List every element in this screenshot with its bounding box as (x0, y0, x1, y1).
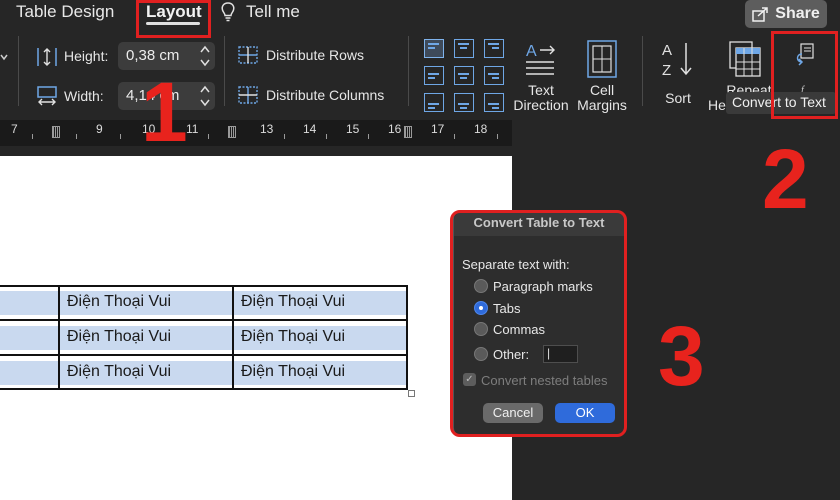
ruler-column-marker[interactable] (228, 126, 236, 138)
share-icon (752, 7, 769, 22)
tell-me-search[interactable]: Tell me (246, 2, 300, 22)
align-bottom-center-button[interactable] (454, 93, 474, 112)
ruler-number: 14 (303, 122, 317, 136)
sort-icon: A Z (662, 42, 692, 78)
table-resize-handle[interactable] (408, 390, 415, 397)
table-row[interactable] (0, 291, 407, 315)
step-number-1: 1 (141, 65, 188, 159)
distribute-columns-icon (238, 86, 258, 104)
svg-text:A: A (526, 43, 537, 60)
height-label: Height: (64, 48, 109, 64)
ruler-number: 7 (11, 122, 18, 136)
table-row[interactable] (0, 361, 407, 385)
align-top-center-button[interactable] (454, 39, 474, 58)
ribbon-separator (18, 36, 19, 106)
highlight-layout-tab (136, 0, 211, 38)
word-window: Table Design Layout Tell me Share Height… (0, 0, 840, 500)
table-border (0, 388, 408, 390)
text-direction-label-1: Text (528, 82, 554, 98)
table-border (0, 319, 408, 321)
cell-margins-label-1: Cell (589, 82, 615, 98)
distribute-columns-label: Distribute Columns (266, 87, 385, 103)
tab-table-design[interactable]: Table Design (16, 2, 114, 22)
sort-button[interactable]: A Z Sort (652, 36, 704, 116)
step-number-3: 3 (658, 309, 705, 403)
height-stepper[interactable] (199, 44, 211, 68)
align-bottom-right-button[interactable] (484, 93, 504, 112)
table-cell[interactable]: Điện Thoại Vui (241, 328, 345, 346)
ruler-number: 18 (474, 122, 488, 136)
sort-label: Sort (665, 90, 691, 106)
align-middle-center-button[interactable] (454, 66, 474, 85)
table-cell[interactable]: Điện Thoại Vui (67, 363, 171, 381)
align-top-left-button[interactable] (424, 39, 444, 58)
width-stepper[interactable] (199, 84, 211, 108)
ribbon-separator (642, 36, 643, 106)
align-bottom-left-button[interactable] (424, 93, 444, 112)
align-middle-left-button[interactable] (424, 66, 444, 85)
text-direction-icon: A (526, 43, 555, 75)
chevron-down-icon[interactable] (0, 53, 8, 63)
document-gap (0, 146, 512, 156)
ruler-number: 17 (431, 122, 445, 136)
distribute-rows-label: Distribute Rows (266, 47, 365, 63)
horizontal-ruler[interactable]: 7 9 10 11 13 14 15 16 17 18 (0, 120, 512, 146)
ruler-number: 13 (260, 122, 274, 136)
ribbon-tab-bar: Table Design Layout Tell me Share (0, 0, 840, 28)
table-border (58, 285, 60, 389)
align-middle-right-button[interactable] (484, 66, 504, 85)
step-number-2: 2 (762, 132, 809, 226)
table-row[interactable] (0, 326, 407, 350)
ribbon-separator (224, 36, 225, 106)
cell-margins-button[interactable]: Cell Margins (573, 36, 631, 116)
distribute-rows-button[interactable]: Distribute Rows (238, 44, 398, 66)
cell-margins-label-2: Margins (577, 97, 627, 113)
table-border (0, 354, 408, 356)
table-cell[interactable]: Điện Thoại Vui (241, 293, 345, 311)
lightbulb-icon (221, 2, 235, 22)
ribbon-separator (408, 36, 409, 106)
ruler-column-marker[interactable] (404, 126, 412, 138)
highlight-convert-button (771, 31, 838, 119)
width-label: Width: (64, 88, 104, 104)
ruler-number: 15 (346, 122, 360, 136)
repeat-header-icon (729, 41, 761, 77)
table-border (232, 285, 234, 389)
text-direction-label-2: Direction (513, 97, 569, 113)
distribute-columns-button[interactable]: Distribute Columns (238, 84, 398, 106)
align-top-right-button[interactable] (484, 39, 504, 58)
table-cell[interactable]: Điện Thoại Vui (241, 363, 345, 381)
column-width-icon (37, 86, 57, 106)
distribute-rows-icon (238, 46, 258, 64)
table-border (406, 285, 408, 389)
table-cell[interactable]: Điện Thoại Vui (67, 293, 171, 311)
svg-text:Z: Z (662, 62, 671, 78)
ribbon-layout-panel: Height: 0,38 cm Width: 4,14 cm Distribut… (0, 28, 840, 120)
table-cell[interactable]: Điện Thoại Vui (67, 328, 171, 346)
ruler-number: 9 (96, 122, 103, 136)
text-direction-button[interactable]: A Text Direction (512, 36, 570, 116)
ruler-number: 11 (186, 122, 199, 136)
share-button[interactable]: Share (745, 0, 827, 28)
ruler-column-marker[interactable] (52, 126, 60, 138)
share-label: Share (775, 5, 820, 22)
row-height-icon (37, 48, 57, 66)
ruler-number: 16 (388, 122, 402, 136)
cell-margins-icon (587, 40, 617, 78)
highlight-dialog (450, 210, 627, 437)
svg-text:A: A (662, 42, 672, 59)
table-border (0, 285, 408, 287)
